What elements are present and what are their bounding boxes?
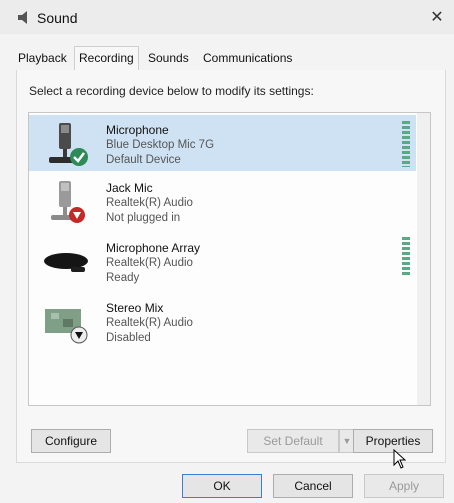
apply-button[interactable]: Apply [364,474,444,498]
title-bar: Sound ✕ [0,0,454,34]
tab-sounds[interactable]: Sounds [148,50,189,70]
window-title: Sound [37,10,78,26]
level-meter [402,237,410,277]
set-default-button[interactable]: Set Default [247,429,339,453]
device-status: Ready [106,272,140,284]
configure-button[interactable]: Configure [31,429,111,453]
instruction-text: Select a recording device below to modif… [29,84,314,98]
mouse-cursor-icon [393,449,407,469]
recording-tab-panel: Select a recording device below to modif… [16,70,446,463]
tab-recording[interactable]: Recording [74,46,139,71]
device-name: Microphone [106,123,169,137]
tab-communications[interactable]: Communications [203,50,292,70]
device-driver: Realtek(R) Audio [106,197,193,209]
ok-button[interactable]: OK [182,474,262,498]
device-status: Not plugged in [106,212,181,224]
chevron-down-icon: ▼ [342,436,352,446]
device-item-microphone-array[interactable]: Microphone Array Realtek(R) Audio Ready [29,233,416,289]
device-list-scrollbar[interactable] [417,113,430,405]
device-item-microphone[interactable]: Microphone Blue Desktop Mic 7G Default D… [29,115,416,171]
device-status: Disabled [106,332,151,344]
circuit-board-icon [45,309,88,344]
device-driver: Realtek(R) Audio [106,257,193,269]
device-list[interactable]: Microphone Blue Desktop Mic 7G Default D… [28,112,431,406]
default-check-icon [70,148,88,166]
device-name: Microphone Array [106,241,201,255]
device-item-stereo-mix[interactable]: Stereo Mix Realtek(R) Audio Disabled [29,293,416,349]
speaker-icon [18,11,27,24]
close-button[interactable]: ✕ [420,0,454,34]
device-driver: Blue Desktop Mic 7G [106,139,215,151]
tab-strip: Playback Recording Sounds Communications [16,46,438,71]
device-item-jack-mic[interactable]: Jack Mic Realtek(R) Audio Not plugged in [29,173,416,229]
device-name: Stereo Mix [106,301,164,315]
jack-mic-icon [51,181,85,223]
close-icon: ✕ [430,9,444,26]
microphone-icon [49,123,88,166]
device-status: Default Device [106,154,181,166]
cancel-button[interactable]: Cancel [273,474,353,498]
microphone-array-icon [44,253,88,272]
device-name: Jack Mic [106,181,153,195]
level-meter [402,121,410,167]
device-driver: Realtek(R) Audio [106,317,193,329]
tab-playback[interactable]: Playback [18,50,67,70]
